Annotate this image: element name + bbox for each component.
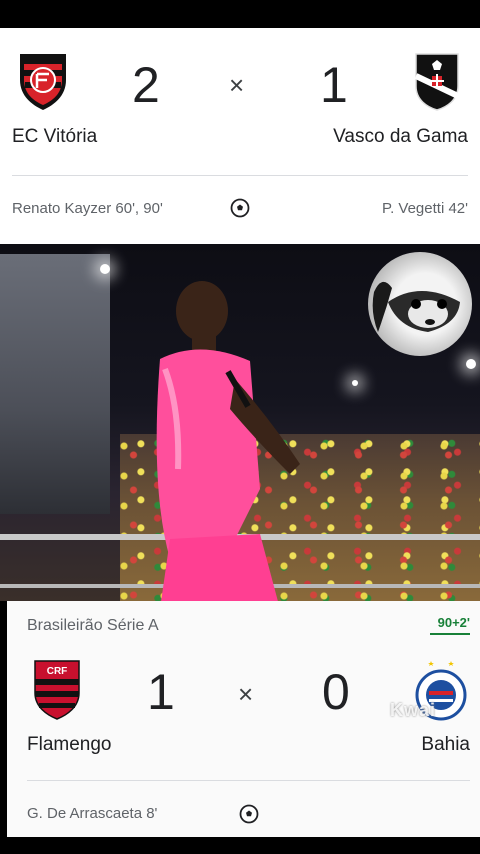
flamengo-crest-icon: CRF — [34, 660, 80, 720]
kwai-watermark: Kwai — [390, 700, 437, 720]
live-indicator-underline — [430, 633, 470, 635]
away-score: 1 — [320, 57, 348, 113]
home-team-name[interactable]: EC Vitória — [12, 126, 97, 148]
vitoria-crest-icon — [20, 54, 66, 110]
building — [0, 254, 110, 514]
home-score: 1 — [147, 664, 175, 720]
match-card-vitoria-vasco[interactable]: 2 × 1 EC Vitória Vasco da Gama Renato Ka… — [0, 28, 480, 244]
street-lamp — [466, 359, 476, 369]
live-match-time: 90+2' — [437, 615, 470, 630]
video-frame[interactable] — [0, 244, 480, 601]
street-lamp — [100, 264, 110, 274]
home-team-name[interactable]: Flamengo — [27, 734, 112, 756]
svg-text:CRF: CRF — [47, 666, 68, 677]
soccer-ball-icon — [230, 198, 250, 218]
home-scorers: G. De Arrascaeta 8' — [27, 805, 158, 822]
home-score: 2 — [132, 57, 160, 113]
card-divider — [12, 175, 468, 176]
raccoon-sticker — [368, 252, 472, 356]
away-team-name[interactable]: Bahia — [421, 734, 470, 756]
singer-figure — [156, 281, 300, 601]
raccoon-icon — [372, 281, 460, 332]
vasco-crest-icon — [414, 53, 460, 111]
soccer-ball-icon — [239, 804, 259, 824]
score-separator: × — [229, 70, 245, 100]
card-divider — [27, 780, 470, 781]
score-separator: × — [238, 679, 254, 709]
street-lamp — [352, 380, 358, 386]
away-team-name[interactable]: Vasco da Gama — [333, 126, 468, 148]
away-scorers: P. Vegetti 42' — [382, 200, 468, 217]
league-label[interactable]: Brasileirão Série A — [27, 617, 159, 635]
away-score: 0 — [322, 664, 350, 720]
home-scorers: Renato Kayzer 60', 90' — [12, 200, 163, 217]
